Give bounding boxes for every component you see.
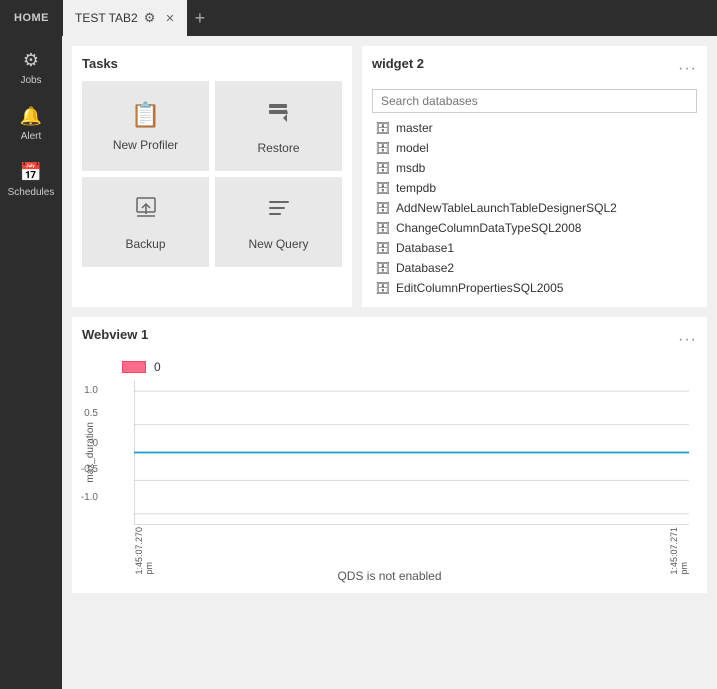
database-icon: 🗄	[376, 201, 390, 215]
db-name: ChangeColumnDataTypeSQL2008	[396, 221, 581, 235]
top-bar: HOME TEST TAB2 ⚙ ✕ +	[0, 0, 717, 36]
db-name: msdb	[396, 161, 425, 175]
query-icon	[265, 194, 293, 229]
new-profiler-button[interactable]: 📋 New Profiler	[82, 81, 209, 171]
database-icon: 🗄	[376, 221, 390, 235]
chart-footer: QDS is not enabled	[82, 569, 697, 583]
chart-plot: 1.0 0.5 0 -0.5 -1.0	[134, 380, 689, 525]
new-query-label: New Query	[248, 237, 308, 251]
list-item[interactable]: 🗄 msdb	[372, 159, 697, 177]
main-layout: ⚙ Jobs 🔔 Alert 📅 Schedules Tasks 📋 New P…	[0, 36, 717, 689]
y-tick: -1.0	[81, 492, 98, 503]
db-name: AddNewTableLaunchTableDesignerSQL2	[396, 201, 617, 215]
alert-icon: 🔔	[20, 106, 42, 127]
content-area: Tasks 📋 New Profiler	[62, 36, 717, 689]
list-item[interactable]: 🗄 model	[372, 139, 697, 157]
database-icon: 🗄	[376, 141, 390, 155]
database-icon: 🗄	[376, 161, 390, 175]
list-item[interactable]: 🗄 tempdb	[372, 179, 697, 197]
chart-legend: 0	[82, 360, 697, 374]
list-item[interactable]: 🗄 ChangeColumnDataTypeSQL2008	[372, 219, 697, 237]
schedules-icon: 📅	[20, 162, 42, 183]
top-row: Tasks 📋 New Profiler	[72, 46, 707, 307]
new-profiler-label: New Profiler	[113, 138, 178, 152]
list-item[interactable]: 🗄 Database2	[372, 259, 697, 277]
sidebar-item-schedules[interactable]: 📅 Schedules	[0, 152, 62, 208]
db-name: master	[396, 121, 433, 135]
webview-widget: Webview 1 ··· 0 max_duration	[72, 317, 707, 593]
y-axis-label-container: max_duration	[82, 380, 98, 525]
tab-label: TEST TAB2	[75, 11, 138, 25]
widget2-menu-button[interactable]: ···	[678, 60, 697, 78]
webview-title: Webview 1	[82, 327, 148, 342]
webview-menu-button[interactable]: ···	[678, 331, 697, 349]
list-item[interactable]: 🗄 master	[372, 119, 697, 137]
jobs-icon: ⚙	[23, 50, 39, 71]
database-icon: 🗄	[376, 241, 390, 255]
sidebar-schedules-label: Schedules	[8, 187, 55, 198]
new-query-button[interactable]: New Query	[215, 177, 342, 267]
list-item[interactable]: 🗄 Database1	[372, 239, 697, 257]
sidebar-alert-label: Alert	[21, 131, 42, 142]
database-icon: 🗄	[376, 181, 390, 195]
y-tick: 0.5	[84, 408, 98, 419]
sidebar-jobs-label: Jobs	[20, 75, 41, 86]
list-item[interactable]: 🗄 EditColumnPropertiesSQL2005	[372, 279, 697, 297]
db-name: Database1	[396, 241, 454, 255]
widget2-header: widget 2 ···	[372, 56, 697, 81]
tasks-title: Tasks	[82, 56, 342, 71]
database-list: 🗄 master 🗄 model 🗄 msdb 🗄 tempdb	[372, 119, 697, 297]
tab-test-tab2[interactable]: TEST TAB2 ⚙ ✕	[63, 0, 187, 36]
tab-settings-icon[interactable]: ⚙	[144, 10, 156, 26]
backup-icon	[132, 194, 160, 229]
db-name: tempdb	[396, 181, 436, 195]
db-name: EditColumnPropertiesSQL2005	[396, 281, 563, 295]
y-tick: 1.0	[84, 385, 98, 396]
y-tick: -0.5	[81, 464, 98, 475]
x-label-right: 1:45:07.271 pm	[669, 527, 689, 575]
backup-button[interactable]: Backup	[82, 177, 209, 267]
widget2-title: widget 2	[372, 56, 424, 71]
restore-label: Restore	[257, 141, 299, 155]
backup-label: Backup	[125, 237, 165, 251]
x-label-left: 1:45:07.270 pm	[134, 527, 154, 575]
database-icon: 🗄	[376, 121, 390, 135]
tasks-widget: Tasks 📋 New Profiler	[72, 46, 352, 307]
chart-container: max_duration	[82, 380, 697, 565]
tab-close-button[interactable]: ✕	[161, 10, 178, 27]
sidebar-item-jobs[interactable]: ⚙ Jobs	[0, 40, 62, 96]
webview-header: Webview 1 ···	[82, 327, 697, 352]
x-axis-labels: 1:45:07.270 pm 1:45:07.271 pm	[134, 527, 689, 565]
database-icon: 🗄	[376, 261, 390, 275]
db-name: model	[396, 141, 429, 155]
database-icon: 🗄	[376, 281, 390, 295]
restore-button[interactable]: Restore	[215, 81, 342, 171]
widget2: widget 2 ··· 🗄 master 🗄 model 🗄 m	[362, 46, 707, 307]
home-button[interactable]: HOME	[0, 0, 63, 36]
tasks-grid: 📋 New Profiler Restore	[82, 81, 342, 267]
legend-color-box	[122, 361, 146, 373]
chart-svg	[134, 380, 689, 525]
legend-label: 0	[154, 360, 161, 374]
sidebar-item-alert[interactable]: 🔔 Alert	[0, 96, 62, 152]
profiler-icon: 📋	[131, 101, 161, 130]
list-item[interactable]: 🗄 AddNewTableLaunchTableDesignerSQL2	[372, 199, 697, 217]
db-name: Database2	[396, 261, 454, 275]
restore-icon	[265, 98, 293, 133]
sidebar: ⚙ Jobs 🔔 Alert 📅 Schedules	[0, 36, 62, 689]
new-tab-button[interactable]: +	[187, 0, 214, 36]
y-tick: 0	[92, 438, 98, 449]
search-databases-input[interactable]	[372, 89, 697, 113]
